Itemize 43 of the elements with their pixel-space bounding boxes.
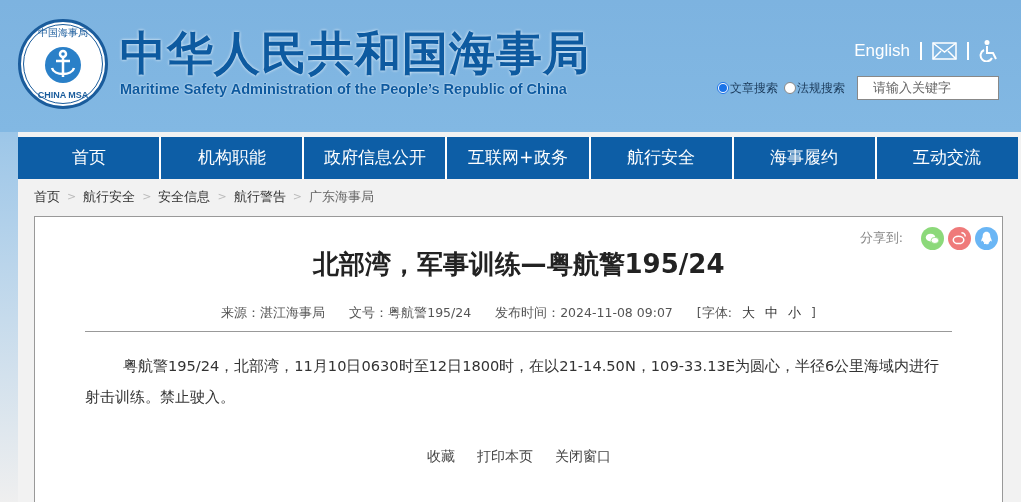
nav-tab[interactable]: 机构职能 <box>159 137 303 179</box>
article-title: 北部湾，军事训练—粤航警195/24 <box>311 248 726 281</box>
nav-tab[interactable]: 首页 <box>18 137 160 179</box>
mail-icon[interactable] <box>932 41 957 60</box>
share-label: 分享到: <box>859 229 903 248</box>
article-body: 粤航警195/24，北部湾，11月10日0630时至12日1800时，在以21-14.50N，109-33.13E为圆心，半径6公里海域内进行射击训练。禁止驶入。 <box>85 355 941 407</box>
logo-bottom-text: CHINA MSA <box>37 91 89 100</box>
breadcrumb-link[interactable]: 航行安全 <box>83 188 136 207</box>
chevron-icon: > <box>142 189 152 206</box>
search-type-radio[interactable]: 文章搜索 <box>717 78 778 97</box>
article-action-link[interactable]: 打印本页 <box>476 445 533 467</box>
anchor-icon <box>43 45 83 84</box>
nav-tab[interactable]: 航行安全 <box>588 137 732 179</box>
chat-bubbles-icon[interactable] <box>921 227 944 250</box>
nav-tab[interactable]: 互联网+政务 <box>445 137 589 179</box>
chevron-icon: > <box>67 189 77 206</box>
meta-text: 来源：湛江海事局 <box>221 304 326 322</box>
site-title: 中华人民共和国海事局 <box>120 30 590 76</box>
font-size-link[interactable]: 中 <box>764 304 778 323</box>
wheelchair-icon[interactable] <box>979 39 999 62</box>
chevron-icon: > <box>217 189 227 206</box>
breadcrumb-link[interactable]: 广东海事局 <box>308 188 374 207</box>
font-size-link[interactable]: 小 <box>787 304 801 323</box>
article-action-link[interactable]: 收藏 <box>426 445 455 467</box>
search-field[interactable]: 请输入关键字 <box>857 75 999 100</box>
breadcrumb-link[interactable]: 安全信息 <box>158 188 211 207</box>
search-type-radio[interactable]: 法规搜索 <box>784 78 845 97</box>
meta-text: 文号：粤航警195/24 <box>349 304 472 322</box>
breadcrumb-link[interactable]: 航行警告 <box>233 188 286 207</box>
eye-swirl-icon[interactable] <box>948 227 971 250</box>
nav-tab[interactable]: 政府信息公开 <box>302 137 446 179</box>
chevron-icon: > <box>292 189 302 206</box>
bracket-text: ] <box>810 304 816 322</box>
meta-text: 发布时间：2024-11-08 09:07 <box>495 304 673 322</box>
font-size-label: [字体: <box>696 304 732 322</box>
article-action-link[interactable]: 关闭窗口 <box>554 445 611 467</box>
breadcrumb-link[interactable]: 首页 <box>34 188 60 207</box>
nav-tab[interactable]: 互动交流 <box>874 137 1018 179</box>
site-subtitle: Maritime Safety Administration of the People’s Republic of China <box>120 82 568 97</box>
nav-tab[interactable]: 海事履约 <box>731 137 875 179</box>
penguin-icon[interactable] <box>975 227 998 250</box>
logo-top-text: 中国海事局 <box>38 28 88 38</box>
font-size-link[interactable]: 大 <box>741 304 755 323</box>
